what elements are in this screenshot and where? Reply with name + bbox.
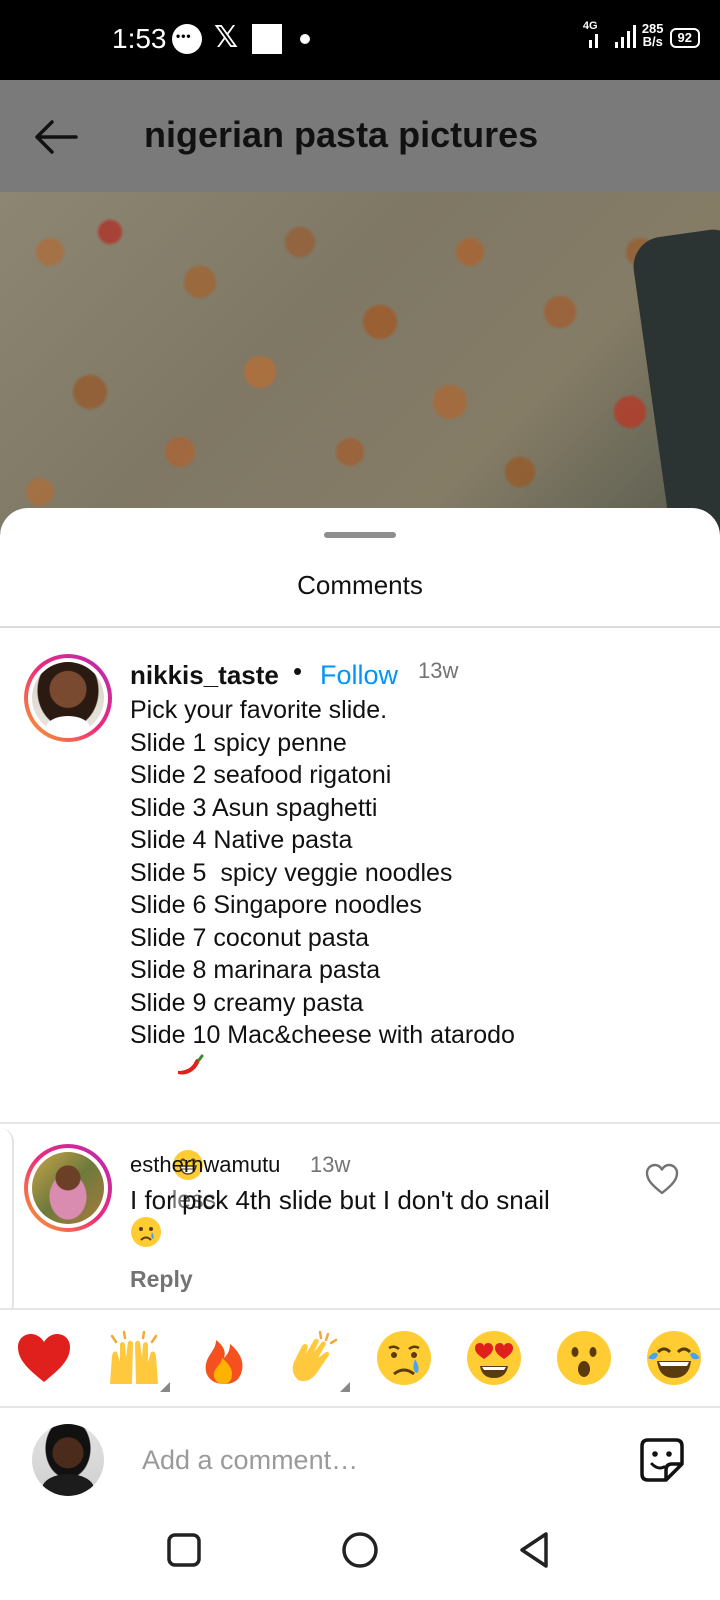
status-time: 1:53 <box>112 23 167 54</box>
clapping-hands-icon[interactable] <box>284 1328 350 1392</box>
comment-line: Slide 9 creamy pasta <box>130 988 364 1017</box>
battery-icon: 92 <box>669 28 700 48</box>
comment-text: I for pick 4th slide but I don't do snai… <box>130 1184 550 1249</box>
comment-line: I for pick 4th slide but I don't do snai… <box>130 1185 550 1215</box>
my-avatar <box>32 1424 104 1496</box>
comment-line: Slide 7 coconut pasta <box>130 923 370 952</box>
avatar[interactable] <box>24 654 112 742</box>
status-bar: 1:53 𝕏 4G 285 B/s 92 <box>0 0 720 80</box>
avatar[interactable] <box>24 1144 112 1232</box>
left-edge-decoration <box>0 1128 14 1318</box>
net-speed: 285 B/s <box>642 22 664 48</box>
tears-of-joy-icon[interactable] <box>644 1328 704 1388</box>
signal-strength-icon <box>614 22 636 48</box>
comment-username[interactable]: esthernwamutu <box>130 1152 280 1178</box>
signal-4g-icon: 4G <box>583 20 609 48</box>
comment-time: 13w <box>418 658 459 683</box>
crying-face-icon[interactable] <box>374 1328 434 1388</box>
comment-line: Slide 5 spicy veggie noodles <box>130 858 453 887</box>
app-header: nigerian pasta pictures <box>0 80 720 192</box>
post-image[interactable] <box>0 192 720 532</box>
sheet-drag-handle[interactable] <box>324 532 396 538</box>
crying-face-icon <box>131 1217 161 1247</box>
page-title: nigerian pasta pictures <box>144 114 539 155</box>
back-nav-icon[interactable] <box>514 1528 558 1572</box>
comment-time: 13w <box>310 1152 351 1177</box>
comments-sheet: Comments nikkis_taste • Follow 13w Pick … <box>0 508 720 1600</box>
sheet-title: Comments <box>297 570 423 600</box>
follow-button[interactable]: Follow <box>320 660 398 691</box>
comment-line: Slide 4 Native pasta <box>130 826 353 854</box>
red-heart-icon[interactable] <box>14 1328 74 1388</box>
home-icon[interactable] <box>338 1528 382 1572</box>
separator-dot: • <box>293 656 303 686</box>
comment-line: Slide 6 Singapore noodles <box>130 891 422 919</box>
status-right: 4G 285 B/s 92 <box>583 20 700 48</box>
system-nav-bar <box>0 1506 720 1600</box>
comment-input-row <box>0 1410 720 1506</box>
comment-line: Pick your favorite slide. <box>130 696 388 724</box>
more-notifications-dot-icon <box>300 34 310 44</box>
image-notification-icon <box>252 24 282 54</box>
comment-line: Slide 2 seafood rigatoni <box>130 761 392 789</box>
heart-icon[interactable] <box>644 1162 680 1196</box>
fire-icon[interactable] <box>194 1328 254 1388</box>
divider <box>0 626 720 628</box>
x-app-notification-icon: 𝕏 <box>214 21 239 54</box>
astonished-face-icon[interactable] <box>554 1328 614 1388</box>
arrow-left-icon[interactable] <box>30 112 80 162</box>
comment-line: Slide 8 marinara pasta <box>130 956 381 984</box>
raising-hands-icon[interactable] <box>104 1328 170 1392</box>
comment-line: Slide 3 Asun spaghetti <box>130 793 378 822</box>
recent-apps-icon[interactable] <box>162 1528 206 1572</box>
reply-button[interactable]: Reply <box>130 1266 193 1293</box>
quick-emoji-bar <box>0 1308 720 1408</box>
comment-line: Slide 1 spicy penne <box>130 728 347 757</box>
comment-username[interactable]: nikkis_taste <box>130 660 279 691</box>
comment-line: Slide 10 Mac&cheese with atarodo <box>130 1021 515 1049</box>
heart-eyes-icon[interactable] <box>464 1328 524 1388</box>
net-speed-unit: B/s <box>642 34 663 49</box>
sticker-icon[interactable] <box>638 1436 686 1484</box>
hot-pepper-icon <box>177 1054 204 1074</box>
divider <box>0 1122 720 1124</box>
comment-input[interactable] <box>142 1440 602 1480</box>
messages-notification-icon <box>172 24 202 54</box>
